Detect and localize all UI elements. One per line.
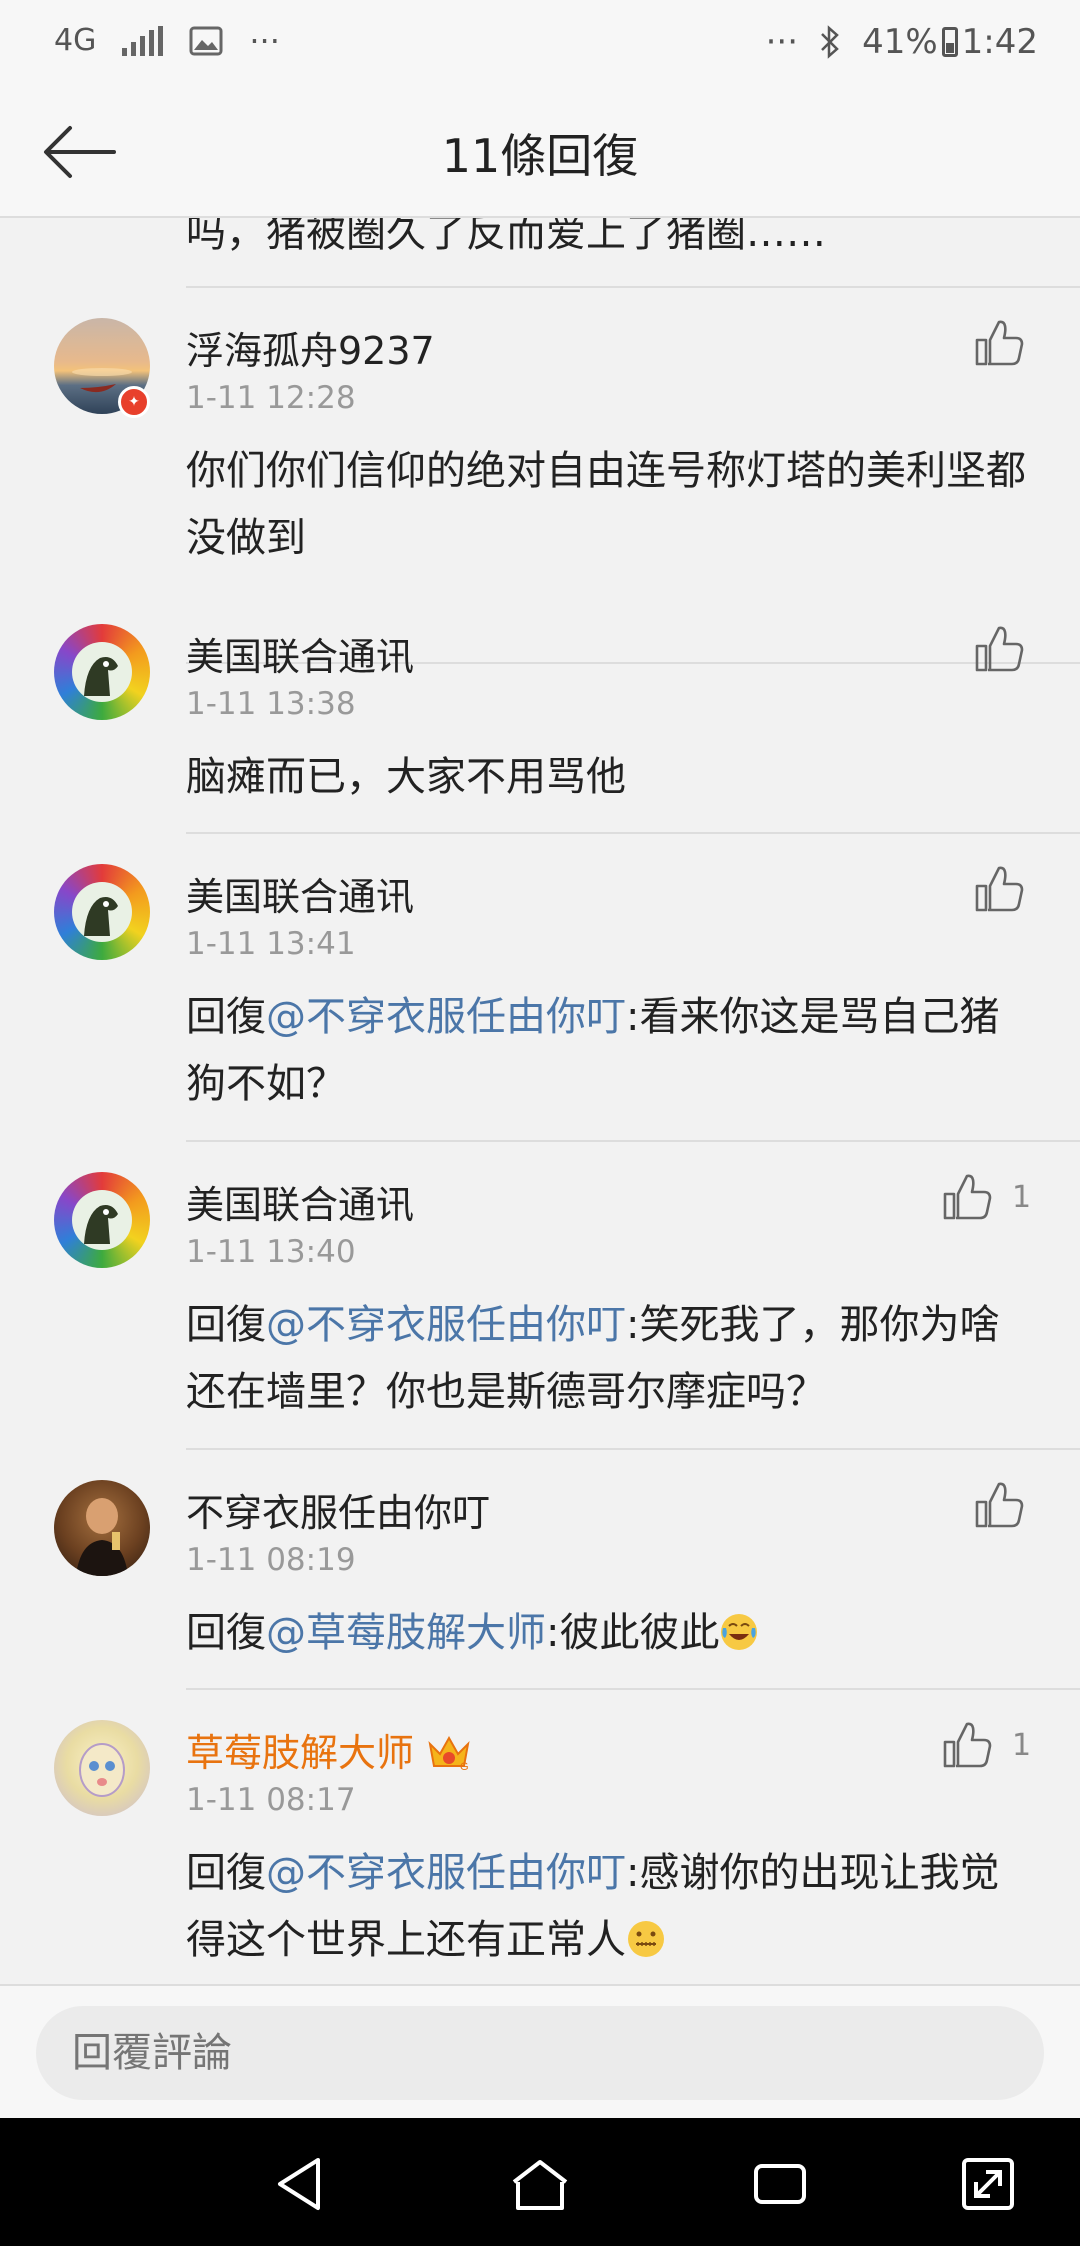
thumbs-up-icon[interactable]	[974, 320, 1024, 366]
mention-link[interactable]: @草莓肢解大师	[266, 1610, 546, 1656]
avatar-person-icon	[76, 1498, 128, 1576]
avatar-figure-icon	[72, 642, 132, 702]
reply-prefix: 回復	[186, 1610, 266, 1656]
status-left: 4G ···	[54, 22, 280, 60]
status-right: ··· 41% 1:42	[766, 22, 1038, 62]
divider	[186, 1448, 1080, 1450]
header: 11條回復	[0, 90, 1080, 218]
thumbs-up-icon[interactable]	[974, 1482, 1024, 1528]
page-title: 11條回復	[441, 129, 639, 183]
timestamp: 1-11 13:41	[186, 926, 356, 962]
nav-home-icon[interactable]	[508, 2152, 572, 2216]
vip-crown-icon: G	[428, 1735, 470, 1772]
navigation-bar	[0, 2118, 1080, 2246]
username[interactable]: 不穿衣服任由你叮	[186, 1482, 490, 1537]
mention-link[interactable]: @不穿衣服任由你叮	[266, 1850, 626, 1896]
avatar[interactable]	[54, 1480, 150, 1576]
username-text[interactable]: 草莓肢解大师	[186, 1731, 414, 1775]
timestamp: 1-11 08:19	[186, 1542, 356, 1578]
nav-recents-icon[interactable]	[748, 2152, 812, 2216]
avatar-cartoon-icon	[79, 1743, 125, 1797]
comment-text: 你们你们信仰的绝对自由连号称灯塔的美利坚都没做到	[186, 448, 1026, 561]
divider	[186, 1140, 1080, 1142]
divider	[186, 286, 1080, 288]
avatar-figure-icon	[72, 1190, 132, 1250]
reply-text: :彼此彼此	[546, 1610, 720, 1656]
mention-link[interactable]: @不穿衣服任由你叮	[266, 1302, 626, 1348]
previous-comment-text: 吗，猪被圈久了反而爱上了猪圈……	[186, 218, 826, 256]
divider	[186, 1688, 1080, 1690]
timestamp: 1-11 13:38	[186, 686, 356, 722]
nav-back-icon[interactable]	[268, 2152, 332, 2216]
username[interactable]: 美国联合通讯	[186, 1174, 414, 1229]
username[interactable]: 草莓肢解大师 G	[186, 1722, 472, 1777]
thumbs-up-icon[interactable]	[942, 1174, 992, 1220]
network-type: 4G	[54, 23, 97, 58]
comment-text: 脑瘫而已，大家不用骂他	[186, 754, 626, 800]
reply-prefix: 回復	[186, 1850, 266, 1896]
avatar-figure-icon	[72, 882, 132, 942]
mention-link[interactable]: @不穿衣服任由你叮	[266, 994, 626, 1040]
comment-text: 回復@草莓肢解大师:彼此彼此	[186, 1600, 1036, 1667]
like-count: 1	[1012, 1180, 1032, 1215]
battery-percent: 41%	[862, 22, 938, 62]
zipper-mouth-emoji-icon	[628, 1921, 664, 1957]
reply-input[interactable]	[36, 2006, 1044, 2100]
signal-icon	[122, 26, 164, 56]
timestamp: 1-11 12:28	[186, 380, 356, 416]
reply-prefix: 回復	[186, 1302, 266, 1348]
status-bar: 4G ··· ··· 41% 1:42	[0, 0, 1080, 90]
reply-prefix: 回復	[186, 994, 266, 1040]
bluetooth-icon	[821, 25, 839, 59]
thumbs-up-icon[interactable]	[974, 626, 1024, 672]
username[interactable]: 浮海孤舟9237	[186, 320, 435, 375]
comment-text: 回復@不穿衣服任由你叮:感谢你的出现让我觉得这个世界上还有正常人	[186, 1840, 1036, 1974]
comment-text: 回復@不穿衣服任由你叮:看来你这是骂自己猪狗不如？	[186, 984, 1036, 1118]
clock: 1:42	[961, 22, 1038, 62]
laugh-cry-emoji-icon	[721, 1614, 758, 1650]
avatar[interactable]	[54, 1172, 150, 1268]
comment-list[interactable]: 吗，猪被圈久了反而爱上了猪圈…… ✦ 浮海孤舟9237 1-11 12:28 你…	[0, 218, 1080, 1984]
avatar[interactable]	[54, 1720, 150, 1816]
username[interactable]: 美国联合通讯	[186, 866, 414, 921]
nav-expand-icon[interactable]	[956, 2152, 1020, 2216]
more-status-icon: ···	[765, 22, 799, 62]
svg-text:G: G	[460, 1761, 469, 1772]
avatar[interactable]	[54, 624, 150, 720]
image-notification-icon	[189, 26, 223, 56]
reply-bar	[0, 1984, 1080, 2118]
battery-icon	[941, 27, 958, 57]
avatar[interactable]	[54, 864, 150, 960]
divider	[186, 832, 1080, 834]
comment-text: 回復@不穿衣服任由你叮:笑死我了，那你为啥还在墙里？你也是斯德哥尔摩症吗？	[186, 1292, 1036, 1426]
verified-badge-icon: ✦	[118, 386, 150, 418]
more-notifications-icon: ···	[249, 22, 280, 60]
timestamp: 1-11 08:17	[186, 1782, 356, 1818]
thumbs-up-icon[interactable]	[974, 866, 1024, 912]
like-count: 1	[1012, 1728, 1032, 1763]
thumbs-up-icon[interactable]	[942, 1722, 992, 1768]
username[interactable]: 美国联合通讯	[186, 626, 414, 681]
timestamp: 1-11 13:40	[186, 1234, 356, 1270]
